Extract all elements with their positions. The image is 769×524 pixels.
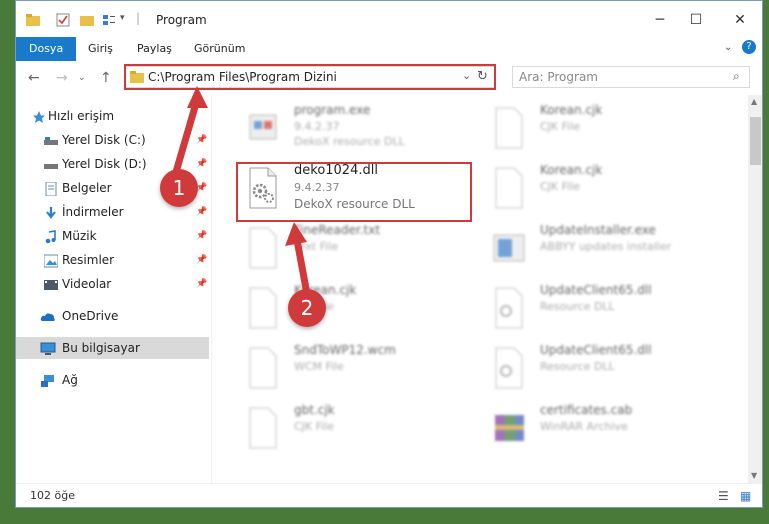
step-badge-2: 2 xyxy=(288,289,326,327)
annotation-arrows xyxy=(172,86,311,298)
step-badge-1: 1 xyxy=(160,169,198,207)
